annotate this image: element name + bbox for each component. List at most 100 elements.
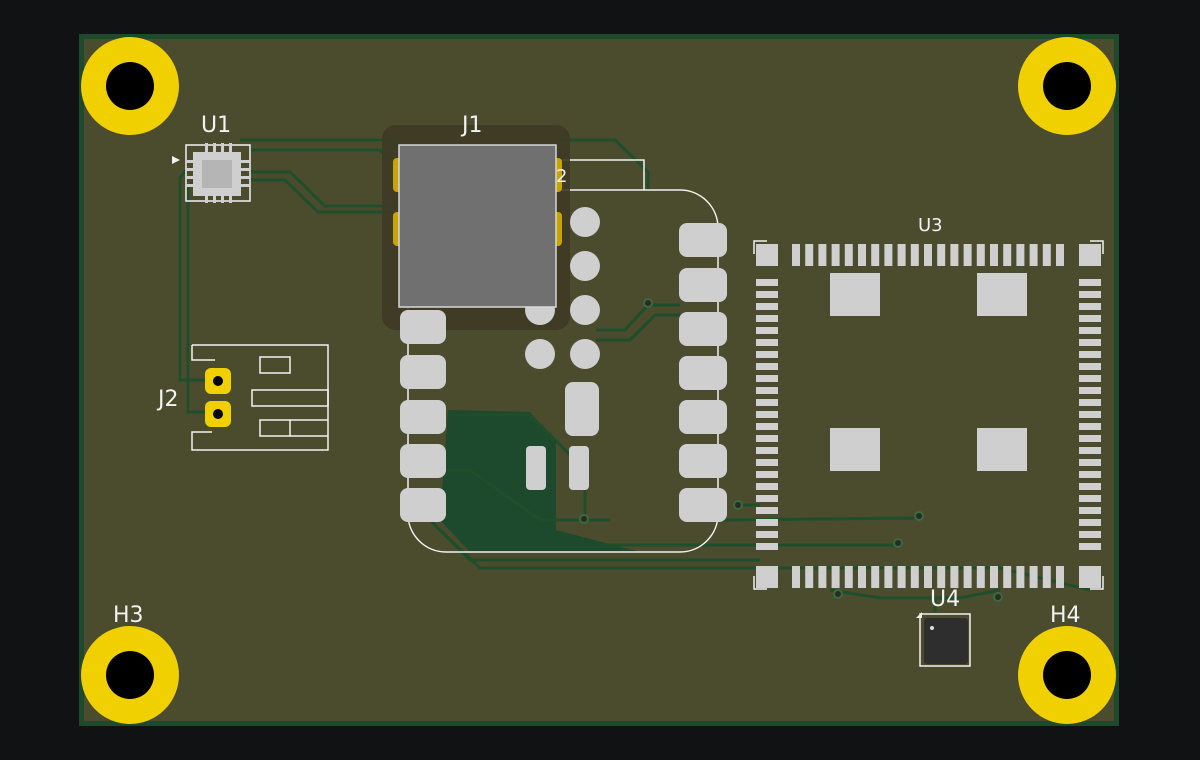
u3-pad bbox=[1042, 566, 1051, 588]
j1-pin-label: 2 bbox=[556, 166, 567, 187]
u3-pad bbox=[756, 483, 778, 490]
u3-pad bbox=[1016, 566, 1025, 588]
u3-pad bbox=[897, 566, 906, 588]
u3-pad bbox=[871, 566, 880, 588]
u1-label: U1 bbox=[201, 113, 231, 138]
u3-pad bbox=[1056, 244, 1064, 266]
j2-label: J2 bbox=[156, 387, 179, 412]
u3-pad bbox=[963, 566, 972, 588]
u3-pad bbox=[937, 566, 946, 588]
u3-pad bbox=[1029, 566, 1038, 588]
u3-pad bbox=[756, 495, 778, 502]
u3-pad bbox=[756, 447, 778, 454]
u3-pad bbox=[1079, 507, 1101, 514]
h3-label: H3 bbox=[113, 603, 144, 628]
u3-pad bbox=[910, 566, 919, 588]
u3-pad bbox=[1079, 519, 1101, 526]
u3-pad bbox=[1079, 459, 1101, 466]
h4-label: H4 bbox=[1050, 603, 1081, 628]
u3-pad bbox=[792, 566, 800, 588]
j1-label: J1 bbox=[460, 113, 483, 138]
u3-pad bbox=[858, 244, 866, 266]
u3-pad bbox=[1079, 303, 1101, 310]
u3-pad bbox=[990, 566, 998, 588]
u3-pad bbox=[756, 459, 778, 466]
u3-pad bbox=[831, 244, 840, 266]
u3-pad bbox=[1079, 483, 1101, 490]
u3-pad bbox=[844, 244, 853, 266]
u3-pad bbox=[792, 244, 800, 266]
u3-pad bbox=[756, 291, 778, 298]
u3-pad bbox=[1079, 531, 1101, 538]
u3-pad bbox=[1079, 351, 1101, 358]
u3-pad bbox=[897, 244, 906, 266]
u3-label: U3 bbox=[918, 215, 943, 236]
mount-hole-h2 bbox=[1018, 37, 1116, 135]
u3-pad bbox=[950, 244, 959, 266]
u3-pad bbox=[976, 566, 985, 588]
u3-pad bbox=[924, 566, 932, 588]
pcb-view: U1 J2 J1 2 U3 U4 H3 H4 bbox=[79, 34, 1119, 726]
u3-pad bbox=[831, 566, 840, 588]
u3-pad bbox=[1079, 543, 1101, 550]
u3-pad bbox=[950, 566, 959, 588]
u3-pad bbox=[1079, 471, 1101, 478]
u3-pad bbox=[756, 519, 778, 526]
u3-pad bbox=[1016, 244, 1025, 266]
u3-pad bbox=[1079, 387, 1101, 394]
u3-pad bbox=[756, 315, 778, 322]
u3-pad bbox=[1079, 447, 1101, 454]
u3-pad bbox=[756, 387, 778, 394]
u3-pad bbox=[756, 543, 778, 550]
u3-pad bbox=[756, 303, 778, 310]
u3-pad bbox=[1079, 399, 1101, 406]
u3-pad bbox=[805, 566, 814, 588]
u3-pad bbox=[1079, 279, 1101, 286]
u3-pad bbox=[1079, 363, 1101, 370]
u3-pad bbox=[818, 566, 827, 588]
u3-pad bbox=[1029, 244, 1038, 266]
u3-pad bbox=[844, 566, 853, 588]
u3-pad bbox=[756, 471, 778, 478]
u3-pad bbox=[990, 244, 998, 266]
u3-pad bbox=[1079, 375, 1101, 382]
u3-pad bbox=[756, 279, 778, 286]
u3-pad bbox=[1079, 291, 1101, 298]
u3-pad bbox=[756, 531, 778, 538]
u3-pad bbox=[756, 423, 778, 430]
u3-pad bbox=[1079, 495, 1101, 502]
u3-pad bbox=[1003, 244, 1012, 266]
u3-pad bbox=[1003, 566, 1012, 588]
u3-pad bbox=[937, 244, 946, 266]
u3-pad bbox=[1042, 244, 1051, 266]
u3-pad bbox=[1079, 423, 1101, 430]
mount-hole-h1 bbox=[81, 37, 179, 135]
u3-pad bbox=[756, 507, 778, 514]
u3-pad bbox=[756, 339, 778, 346]
u3-pad bbox=[1079, 315, 1101, 322]
u3-pad bbox=[963, 244, 972, 266]
u3-pad bbox=[756, 327, 778, 334]
u3-pad bbox=[884, 244, 893, 266]
u3-pad bbox=[756, 399, 778, 406]
u3-pad bbox=[884, 566, 893, 588]
mount-hole-h4 bbox=[1018, 626, 1116, 724]
u3-pad bbox=[1079, 327, 1101, 334]
u3-pad bbox=[924, 244, 932, 266]
u3-pad bbox=[1056, 566, 1064, 588]
u3-pad bbox=[858, 566, 866, 588]
u3-pad bbox=[756, 351, 778, 358]
mount-hole-h3 bbox=[81, 626, 179, 724]
u3-pad bbox=[756, 435, 778, 442]
u3-pad bbox=[756, 363, 778, 370]
u3-pad bbox=[756, 375, 778, 382]
u3-pad bbox=[976, 244, 985, 266]
u3-pad bbox=[818, 244, 827, 266]
u4-label: U4 bbox=[930, 587, 960, 612]
u3-pad bbox=[910, 244, 919, 266]
u3-pad bbox=[1079, 339, 1101, 346]
u3-pad bbox=[756, 411, 778, 418]
u3-pad bbox=[1079, 411, 1101, 418]
u3-pad bbox=[805, 244, 814, 266]
u3-pad bbox=[871, 244, 880, 266]
